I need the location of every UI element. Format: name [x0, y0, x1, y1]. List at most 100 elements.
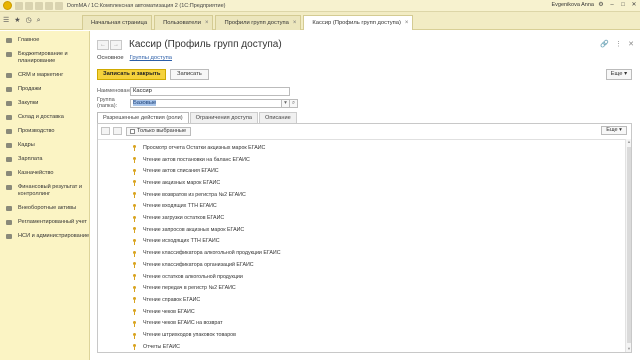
- save-and-close-button[interactable]: Записать и закрыть: [97, 69, 167, 80]
- save-button[interactable]: Записать: [170, 69, 209, 80]
- close-form-icon[interactable]: ✕: [628, 40, 634, 48]
- sidebar-item-payroll[interactable]: Зарплата: [0, 156, 90, 163]
- scroll-thumb[interactable]: [627, 147, 631, 343]
- tab-label: Пользователи: [163, 19, 201, 26]
- search-icon[interactable]: ⌕: [37, 16, 41, 26]
- role-row[interactable]: Чтение чеков ЕГАИС на возврат: [98, 318, 623, 330]
- star-icon[interactable]: [55, 1, 63, 10]
- group-label: Группа (папка):: [97, 97, 118, 109]
- role-label: Чтение актов постановки на баланс ЕГАИС: [143, 156, 250, 163]
- role-key-icon: [132, 320, 137, 327]
- tab-roles[interactable]: Разрешенные действия (роли): [97, 112, 189, 123]
- role-row[interactable]: Чтение передач в регистр №2 ЕГАИС: [98, 282, 623, 294]
- scroll-up-icon[interactable]: ▲: [626, 139, 632, 145]
- sidebar-item-production[interactable]: Производство: [0, 128, 90, 135]
- sidebar-item-warehouse[interactable]: Склад и доставка: [0, 114, 90, 121]
- more-button[interactable]: Еще ▾: [605, 69, 632, 80]
- role-row[interactable]: Просмотр отчета Остатки акцизных марок Е…: [98, 142, 623, 154]
- check-all-icon[interactable]: [101, 127, 110, 135]
- sidebar-item-purchases[interactable]: Закупки: [0, 100, 90, 107]
- tab-users[interactable]: Пользователи ×: [154, 15, 214, 31]
- role-key-icon: [132, 145, 137, 152]
- tab-home[interactable]: Начальная страница: [82, 15, 153, 30]
- only-selected-checkbox[interactable]: [130, 128, 135, 134]
- tab-cashier-profile[interactable]: Кассир (Профиль групп доступа) ×: [303, 15, 414, 31]
- role-row[interactable]: Чтение запросов акцизных марок ЕГАИС: [98, 224, 623, 236]
- close-tab-icon[interactable]: ×: [293, 16, 297, 31]
- minimize-button[interactable]: –: [608, 1, 616, 9]
- role-key-icon: [132, 250, 137, 257]
- name-label: Наименование:: [97, 88, 138, 94]
- role-row[interactable]: Чтение чеков ЕГАИС: [98, 306, 623, 318]
- back-button[interactable]: ←: [97, 40, 109, 50]
- form-nav-main[interactable]: Основное: [97, 55, 124, 61]
- role-label: Чтение штрихкодов упаковок товаров: [143, 332, 236, 339]
- dropdown-icon[interactable]: ▾: [282, 98, 290, 108]
- role-row[interactable]: Чтение классификатора алкогольной продук…: [98, 247, 623, 259]
- assets-icon: [6, 206, 12, 211]
- history-icon[interactable]: ◷: [26, 16, 32, 26]
- forward-button[interactable]: →: [110, 40, 122, 50]
- role-row[interactable]: Чтение загрузки остатков ЕГАИС: [98, 212, 623, 224]
- role-row[interactable]: Чтение актов постановки на баланс ЕГАИС: [98, 154, 623, 166]
- only-selected-toggle[interactable]: Только выбранные: [126, 126, 192, 136]
- history-icon[interactable]: [45, 1, 53, 10]
- bell-icon[interactable]: [35, 1, 43, 10]
- close-tab-icon[interactable]: ×: [205, 16, 209, 31]
- current-user[interactable]: Evgenikova Anna: [551, 2, 594, 8]
- role-row[interactable]: Чтение штрихкодов упаковок товаров: [98, 329, 623, 341]
- name-field[interactable]: Кассир: [130, 86, 290, 96]
- purchases-icon: [6, 101, 12, 106]
- group-field[interactable]: Базовые: [130, 98, 282, 108]
- roles-list[interactable]: Просмотр отчета Остатки акцизных марок Е…: [98, 139, 631, 352]
- sections-menu-icon[interactable]: ☰: [3, 16, 9, 26]
- role-row[interactable]: Чтение исходящих ТТН ЕГАИС: [98, 236, 623, 248]
- role-row[interactable]: Отчеты ЕГАИС: [98, 341, 623, 352]
- open-icon[interactable]: ⌕: [290, 98, 298, 108]
- maximize-button[interactable]: □: [619, 1, 627, 9]
- app-window: DomMA / 1С:Комплексная автоматизация 2 (…: [0, 0, 640, 360]
- role-row[interactable]: Чтение классификатора организаций ЕГАИС: [98, 259, 623, 271]
- roles-scrollbar[interactable]: ▲ ▼: [625, 139, 631, 352]
- scroll-down-icon[interactable]: ▼: [626, 346, 632, 352]
- menu-icon[interactable]: [25, 1, 33, 10]
- sidebar-item-treasury[interactable]: Казначейство: [0, 170, 90, 177]
- close-tab-icon[interactable]: ×: [405, 16, 409, 31]
- role-key-icon: [132, 332, 137, 339]
- uncheck-all-icon[interactable]: [113, 127, 122, 135]
- sidebar-item-crm[interactable]: CRM и маркетинг: [0, 72, 90, 79]
- sidebar-item-sales[interactable]: Продажи: [0, 86, 90, 93]
- sidebar-item-label: НСИ и администрирование: [18, 233, 90, 239]
- sidebar-item-regulated-accounting[interactable]: Регламентированный учет: [0, 219, 90, 226]
- role-row[interactable]: Чтение возвратов из регистра №2 ЕГАИС: [98, 189, 623, 201]
- sidebar-item-hr[interactable]: Кадры: [0, 142, 90, 149]
- sidebar-item-admin[interactable]: НСИ и администрирование: [0, 233, 90, 240]
- roles-toolbar: Только выбранные Еще ▾: [98, 124, 631, 138]
- tab-strip: ☰ ★ ◷ ⌕ Начальная страница Пользователи …: [0, 12, 640, 30]
- role-row[interactable]: Чтение входящих ТТН ЕГАИС: [98, 201, 623, 213]
- link-icon[interactable]: 🔗: [600, 40, 609, 48]
- tab-access-profiles[interactable]: Профили групп доступа ×: [215, 15, 302, 31]
- tab-description[interactable]: Описание: [258, 112, 297, 123]
- more-icon[interactable]: ⋮: [615, 40, 622, 48]
- sidebar-item-financial-result[interactable]: Финансовый результат и контроллинг: [0, 184, 90, 197]
- role-row[interactable]: Чтение акцизных марок ЕГАИС: [98, 177, 623, 189]
- tab-access-restrictions[interactable]: Ограничения доступа: [189, 112, 258, 123]
- sales-icon: [6, 87, 12, 92]
- role-row[interactable]: Чтение справок ЕГАИС: [98, 294, 623, 306]
- form-nav-access-groups-link[interactable]: Группы доступа: [130, 55, 172, 61]
- group-value: Базовые: [133, 99, 157, 106]
- panel-more-button[interactable]: Еще ▾: [601, 126, 627, 135]
- sidebar-item-fixed-assets[interactable]: Внеоборотные активы: [0, 205, 90, 212]
- role-key-icon: [132, 297, 137, 304]
- close-window-button[interactable]: ✕: [630, 1, 638, 9]
- favorites-icon[interactable]: ★: [14, 16, 20, 26]
- role-key-icon: [132, 344, 137, 351]
- role-row[interactable]: Чтение актов списания ЕГАИС: [98, 165, 623, 177]
- settings-icon[interactable]: ⚙: [597, 1, 605, 9]
- sidebar-item-label: Кадры: [18, 142, 35, 148]
- sidebar-item-main[interactable]: Главное: [0, 37, 90, 44]
- role-row[interactable]: Чтение остатков алкогольной продукции: [98, 271, 623, 283]
- sidebar-item-budgeting[interactable]: Бюджетирование и планирование: [0, 51, 90, 64]
- grid-icon[interactable]: [15, 1, 23, 10]
